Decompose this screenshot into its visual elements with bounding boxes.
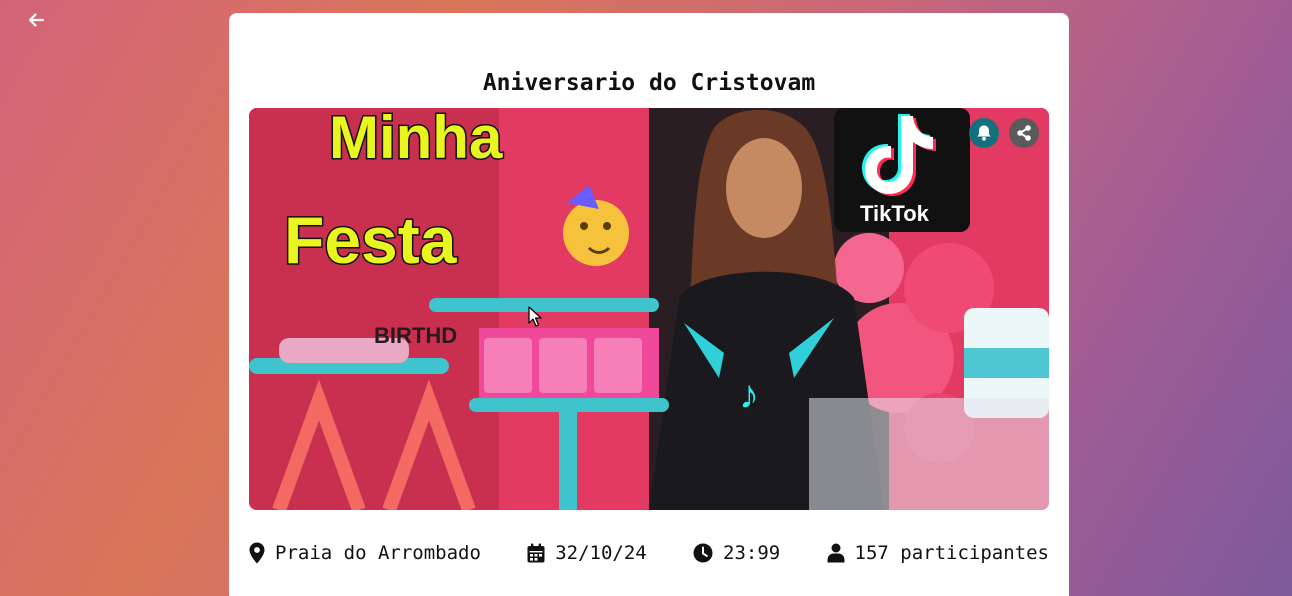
sign-text: BIRTHD <box>374 323 457 348</box>
notify-button[interactable] <box>969 118 999 148</box>
arrow-left-icon <box>28 13 45 27</box>
share-button[interactable] <box>1009 118 1039 148</box>
participants-text: 157 participantes <box>854 542 1049 564</box>
banner-line-1: Minha <box>329 108 503 171</box>
bell-icon <box>977 125 991 141</box>
event-date: 32/10/24 <box>527 542 647 564</box>
cake-number: 10 <box>1019 284 1048 314</box>
event-info-bar: Praia do Arrombado 32/10/24 23:99 157 pa… <box>249 540 1049 566</box>
location-text: Praia do Arrombado <box>275 542 481 564</box>
clock-icon <box>693 543 713 563</box>
event-image: 10 TikTok ♪ BIRTHD Minha Festa <box>249 108 1049 510</box>
event-participants: 157 participantes <box>827 542 1049 564</box>
tiktok-logo-text: TikTok <box>860 201 930 226</box>
back-button[interactable] <box>24 8 48 32</box>
event-time: 23:99 <box>693 542 780 564</box>
banner-line-2: Festa <box>284 203 458 277</box>
share-icon <box>1017 125 1031 141</box>
event-location: Praia do Arrombado <box>249 542 481 564</box>
time-text: 23:99 <box>723 542 781 564</box>
event-card: Aniversario do Cristovam 10 TikTok ♪ BIR… <box>229 13 1069 596</box>
calendar-icon <box>527 543 545 563</box>
map-pin-icon <box>249 542 265 564</box>
user-icon <box>827 543 845 563</box>
event-title: Aniversario do Cristovam <box>482 70 816 96</box>
date-text: 32/10/24 <box>555 542 647 564</box>
svg-text:♪: ♪ <box>739 373 759 417</box>
